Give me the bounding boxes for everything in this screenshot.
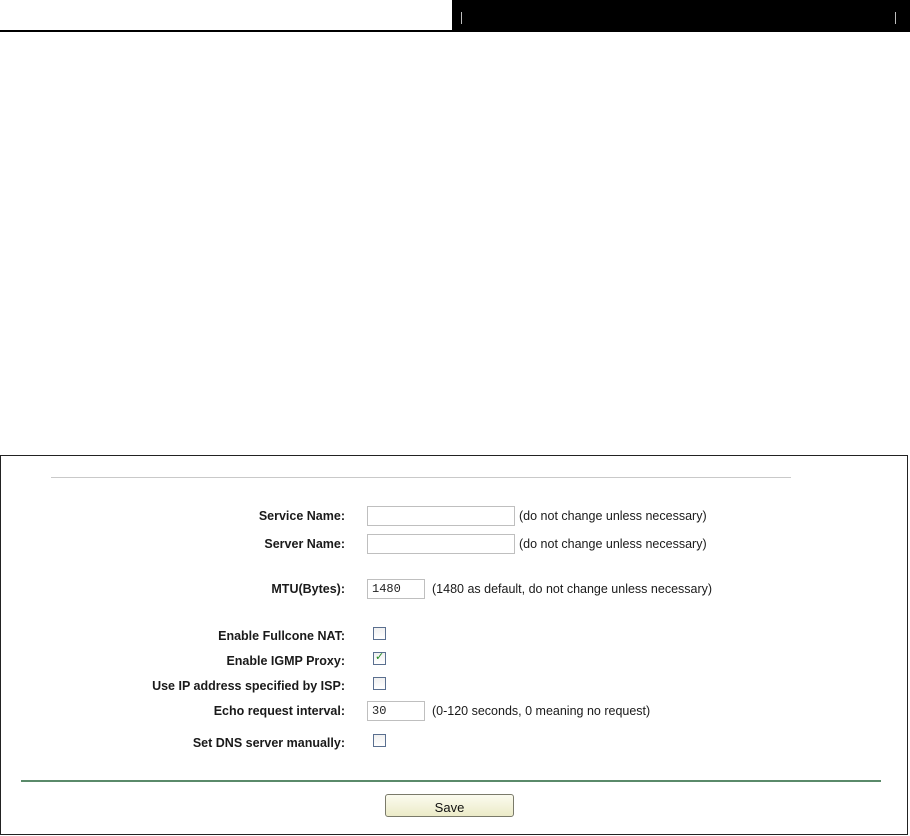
igmp-proxy-row: Enable IGMP Proxy: ✓ [1, 650, 907, 673]
echo-interval-input[interactable] [367, 701, 425, 721]
server-name-label: Server Name: [264, 537, 345, 551]
mtu-row: MTU(Bytes): (1480 as default, do not cha… [1, 579, 907, 601]
check-icon: ✓ [375, 650, 385, 663]
top-divider [51, 477, 791, 478]
mtu-input[interactable] [367, 579, 425, 599]
bottom-divider [21, 780, 881, 782]
manual-dns-label: Set DNS server manually: [192, 736, 345, 750]
service-name-input[interactable] [367, 506, 515, 526]
use-isp-ip-label: Use IP address specified by ISP: [152, 679, 345, 693]
fullcone-nat-row: Enable Fullcone NAT: [1, 626, 907, 648]
header-divider [461, 12, 462, 24]
header-divider [895, 12, 896, 24]
use-isp-ip-row: Use IP address specified by ISP: [1, 676, 907, 698]
fullcone-nat-checkbox[interactable] [373, 627, 386, 640]
use-isp-ip-checkbox[interactable] [373, 677, 386, 690]
igmp-proxy-label: Enable IGMP Proxy: [226, 654, 345, 668]
igmp-proxy-checkbox[interactable]: ✓ [373, 650, 386, 665]
pppoe-advanced-settings-panel: Service Name: (do not change unless nece… [0, 455, 908, 835]
manual-dns-row: Set DNS server manually: [1, 733, 907, 755]
header-bar [452, 0, 910, 32]
service-name-hint: (do not change unless necessary) [519, 509, 707, 523]
mtu-label: MTU(Bytes): [271, 582, 345, 596]
server-name-input[interactable] [367, 534, 515, 554]
manual-dns-checkbox[interactable] [373, 734, 386, 747]
service-name-label: Service Name: [258, 509, 345, 523]
echo-interval-hint: (0-120 seconds, 0 meaning no request) [432, 704, 651, 718]
server-name-row: Server Name: (do not change unless neces… [1, 534, 907, 556]
service-name-row: Service Name: (do not change unless nece… [1, 506, 907, 528]
echo-interval-row: Echo request interval: (0-120 seconds, 0… [1, 701, 907, 723]
header-underline [0, 30, 452, 32]
fullcone-nat-label: Enable Fullcone NAT: [218, 629, 345, 643]
mtu-hint: (1480 as default, do not change unless n… [432, 582, 713, 596]
save-button[interactable]: Save [385, 794, 514, 817]
echo-interval-label: Echo request interval: [213, 704, 345, 718]
server-name-hint: (do not change unless necessary) [519, 537, 707, 551]
